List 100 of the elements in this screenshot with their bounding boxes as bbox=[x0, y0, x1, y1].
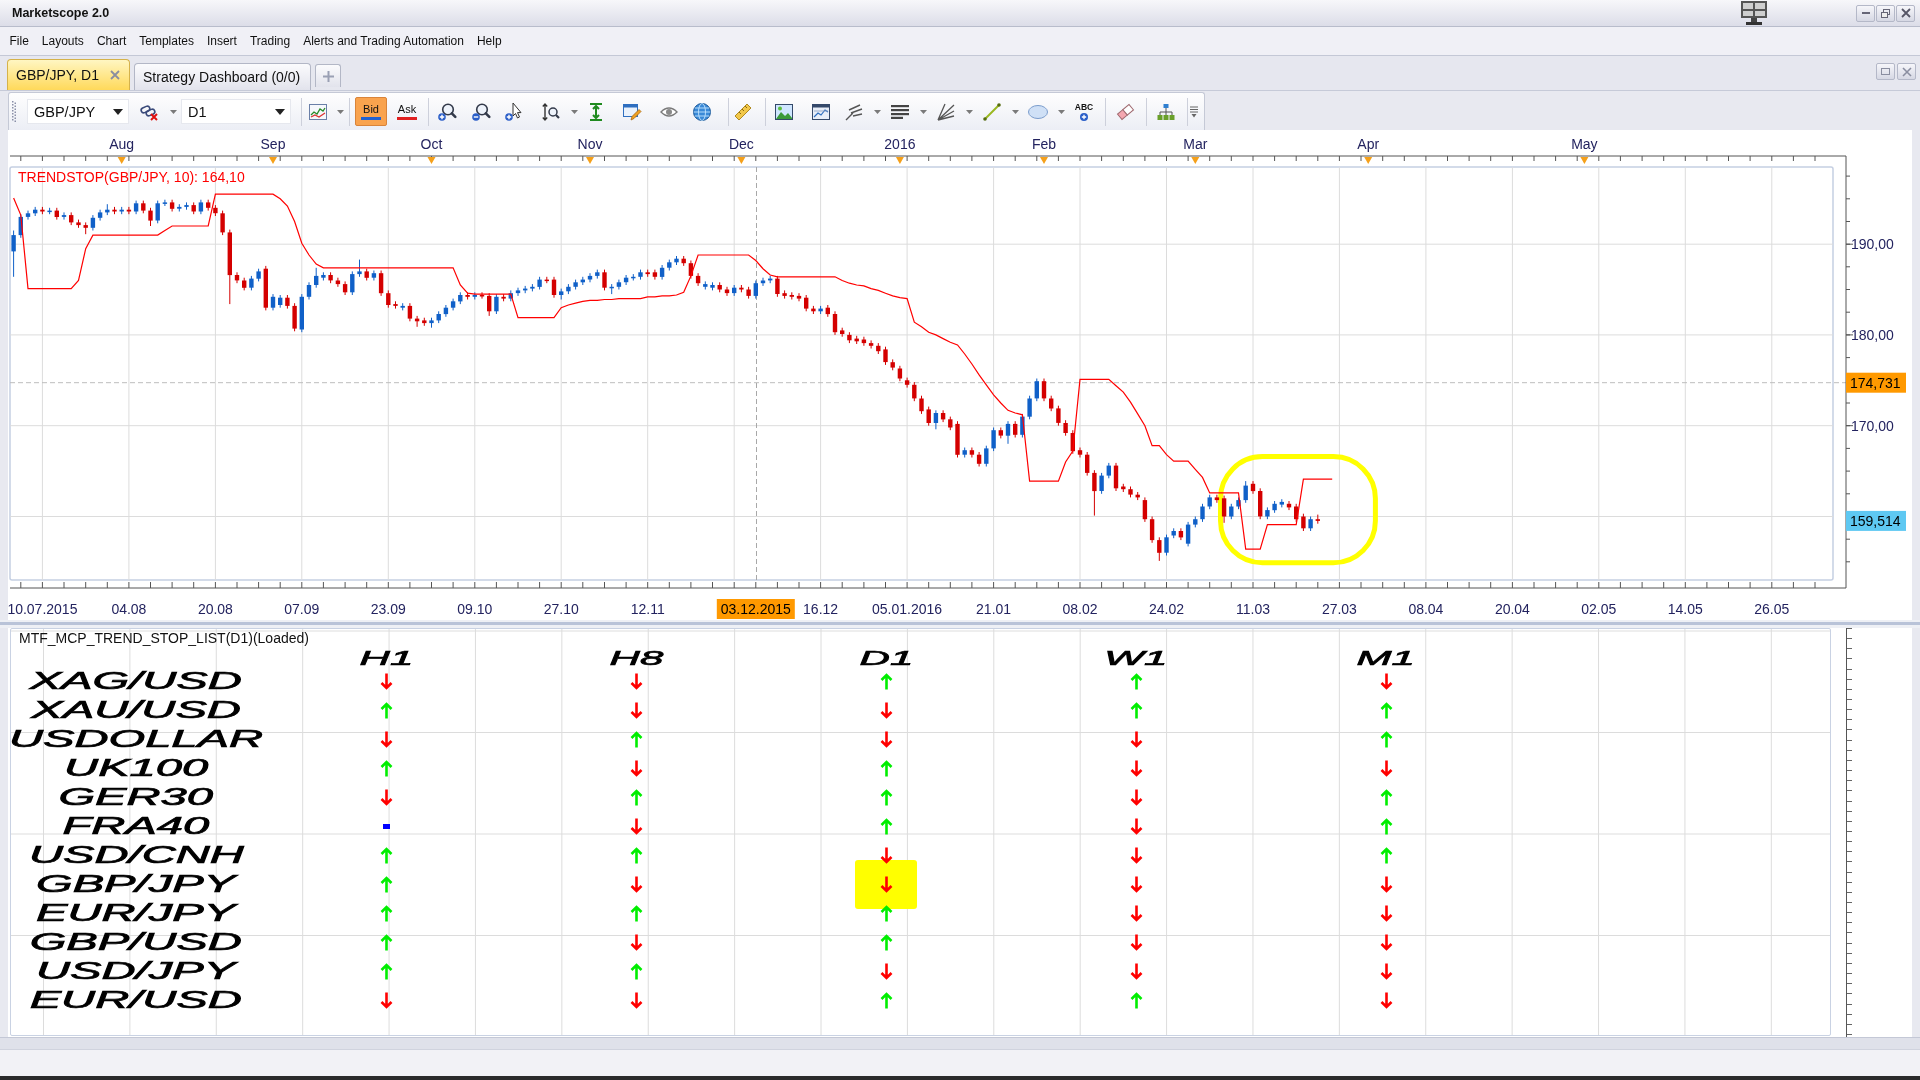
magnifier-arrow-icon[interactable] bbox=[542, 102, 560, 121]
candle bbox=[926, 406, 931, 427]
ellipse-icon[interactable] bbox=[1028, 104, 1048, 119]
date-label: 16.12 bbox=[803, 601, 839, 617]
month-label: Apr bbox=[1357, 136, 1380, 152]
month-label: Sep bbox=[260, 136, 286, 152]
restore-button[interactable] bbox=[1876, 4, 1895, 22]
menu-item[interactable]: Help bbox=[470, 32, 509, 50]
candle bbox=[1005, 420, 1011, 445]
candle bbox=[242, 277, 247, 291]
triangle-marker-icon bbox=[1040, 157, 1048, 164]
diagonal-line-icon[interactable] bbox=[983, 102, 1001, 121]
close-icon[interactable] bbox=[111, 71, 119, 79]
fork-lines-icon[interactable] bbox=[845, 102, 863, 121]
candle bbox=[191, 201, 196, 215]
vertical-arrows-icon[interactable] bbox=[588, 102, 604, 121]
minimize-button[interactable] bbox=[1856, 4, 1875, 22]
date-label: 26.05 bbox=[1754, 601, 1790, 617]
candle bbox=[883, 346, 888, 366]
menu-item[interactable]: Alerts and Trading Automation bbox=[296, 32, 471, 50]
candle bbox=[393, 300, 398, 310]
date-label: 23.09 bbox=[370, 601, 406, 617]
date-label: 08.04 bbox=[1408, 601, 1444, 617]
instrument-label: USD/JPY bbox=[36, 960, 236, 983]
timeframe-dropdown[interactable]: D1 bbox=[181, 99, 291, 124]
candle bbox=[710, 281, 715, 291]
zoom-in-icon[interactable] bbox=[438, 102, 456, 121]
candle bbox=[768, 275, 773, 284]
candle bbox=[1193, 516, 1198, 528]
close-button[interactable] bbox=[1896, 4, 1915, 22]
tab[interactable]: Strategy Dashboard (0/0) bbox=[134, 63, 312, 90]
menu-item[interactable]: Templates bbox=[132, 32, 201, 50]
menu-item[interactable]: File bbox=[3, 32, 36, 50]
candle bbox=[1200, 503, 1205, 523]
candle bbox=[1171, 527, 1176, 539]
candle bbox=[876, 342, 881, 355]
candle bbox=[357, 259, 362, 278]
candle bbox=[1034, 378, 1039, 402]
candle bbox=[213, 204, 218, 217]
candle bbox=[566, 283, 571, 295]
caret-icon[interactable] bbox=[113, 108, 123, 115]
triangle-marker-icon bbox=[895, 157, 904, 164]
cursor-plus-icon[interactable] bbox=[505, 102, 523, 121]
ruler-icon[interactable] bbox=[734, 102, 752, 121]
candle bbox=[1128, 486, 1133, 498]
eye-icon[interactable] bbox=[660, 104, 678, 119]
candle bbox=[1070, 429, 1075, 455]
candle bbox=[760, 277, 766, 287]
tab[interactable]: GBP/JPY, D1 bbox=[7, 59, 130, 90]
chart-window-icon[interactable] bbox=[812, 103, 830, 120]
candle bbox=[674, 255, 679, 266]
date-label: 09.10 bbox=[457, 601, 493, 617]
triangle-marker-icon bbox=[427, 157, 436, 164]
candle bbox=[523, 285, 528, 294]
month-label: Nov bbox=[577, 136, 603, 152]
date-label: 10.07.2015 bbox=[8, 601, 78, 617]
menu-item[interactable]: Trading bbox=[243, 32, 297, 50]
symbol-dropdown[interactable]: GBP/JPY bbox=[27, 99, 129, 124]
window-pencil-icon[interactable] bbox=[623, 102, 641, 121]
candle bbox=[472, 291, 477, 300]
eraser-icon[interactable] bbox=[1116, 103, 1134, 120]
candle bbox=[1056, 405, 1061, 427]
network-tree-icon[interactable] bbox=[1157, 103, 1175, 120]
price-mode-toggle[interactable]: Bid bbox=[355, 97, 387, 126]
price-mode-toggle[interactable]: Ask bbox=[391, 97, 423, 126]
triangle-marker-icon bbox=[269, 157, 277, 164]
zoom-out-icon[interactable] bbox=[472, 102, 490, 121]
candle bbox=[1013, 420, 1018, 438]
plus-icon bbox=[1080, 112, 1088, 121]
date-label: 11.03 bbox=[1236, 601, 1270, 617]
candle bbox=[501, 293, 506, 302]
overflow-menu-icon[interactable] bbox=[1190, 105, 1198, 118]
text-tool-button[interactable]: ABC bbox=[1074, 102, 1094, 121]
globe-icon[interactable] bbox=[693, 102, 711, 121]
candle bbox=[206, 199, 211, 212]
horizontal-lines-icon[interactable] bbox=[891, 104, 909, 119]
candle bbox=[789, 291, 794, 300]
date-label: 20.04 bbox=[1494, 601, 1530, 617]
plus-icon bbox=[322, 70, 334, 82]
new-tab-button[interactable] bbox=[315, 64, 342, 87]
menu-item[interactable]: Insert bbox=[200, 32, 244, 50]
caret-icon[interactable] bbox=[275, 108, 285, 115]
link-cross-icon[interactable] bbox=[140, 103, 158, 120]
line-chart-icon[interactable] bbox=[309, 103, 327, 120]
monitor-grid-icon[interactable] bbox=[1740, 1, 1768, 25]
candle bbox=[69, 211, 74, 226]
minimize-icon bbox=[1861, 12, 1870, 14]
date-label: 27.10 bbox=[543, 601, 579, 617]
candle bbox=[1099, 472, 1104, 495]
candle bbox=[602, 269, 607, 291]
candle bbox=[775, 275, 780, 298]
candle bbox=[1121, 483, 1126, 493]
grip-icon[interactable] bbox=[12, 101, 16, 122]
menu-item[interactable]: Layouts bbox=[35, 32, 91, 50]
candle bbox=[1135, 491, 1140, 501]
picture-icon[interactable] bbox=[775, 103, 793, 120]
menu-item[interactable]: Chart bbox=[90, 32, 133, 50]
price-label: 180,00 bbox=[1851, 326, 1894, 343]
fan-lines-icon[interactable] bbox=[937, 102, 955, 121]
month-label: Mar bbox=[1183, 136, 1208, 152]
